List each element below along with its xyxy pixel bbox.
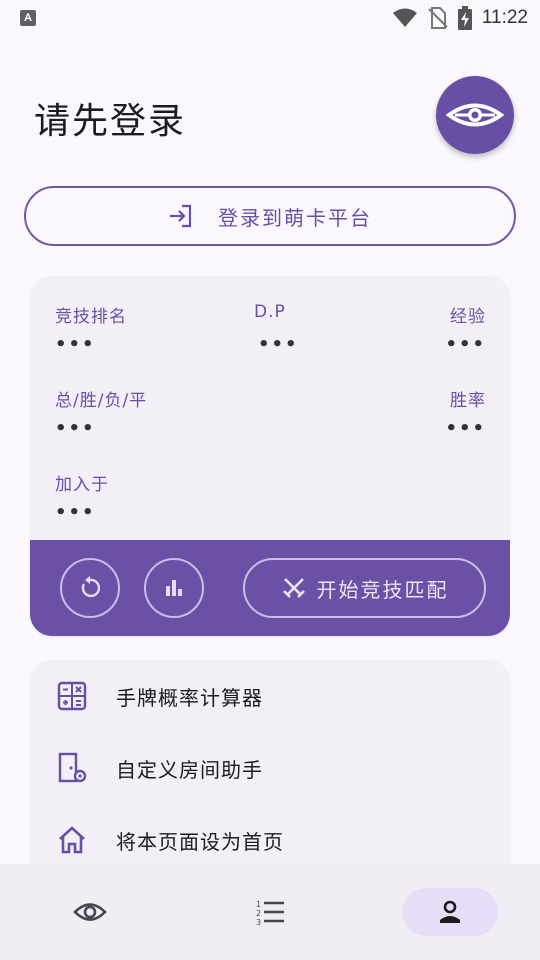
rank-label: 竞技排名 — [55, 307, 127, 327]
tool-item-set-homepage[interactable]: 将本页面设为首页 — [30, 810, 510, 870]
login-button[interactable]: 登录到萌卡平台 — [24, 186, 516, 246]
tool-item-hand-probability[interactable]: 手牌概率计算器 — [30, 666, 510, 726]
bar-chart-icon — [166, 580, 182, 596]
dp-label: D.P — [254, 302, 286, 322]
joined-label: 加入于 — [55, 475, 109, 495]
login-button-label: 登录到萌卡平台 — [218, 205, 372, 230]
app-notification-icon: A — [20, 10, 36, 26]
tool-item-custom-room[interactable]: 自定义房间助手 — [30, 738, 510, 798]
door-settings-icon — [56, 752, 88, 784]
eye-icon — [73, 903, 107, 921]
rank-value: ••• — [55, 334, 96, 355]
page-title: 请先登录 — [34, 101, 187, 142]
nav-item-profile[interactable] — [402, 888, 498, 936]
app-logo[interactable] — [436, 76, 514, 154]
home-icon — [56, 824, 88, 856]
action-bar: 开始竞技匹配 — [30, 540, 510, 636]
eye-logo-icon — [446, 103, 504, 127]
wifi-icon — [392, 8, 417, 27]
login-icon — [170, 204, 192, 228]
dp-value: ••• — [258, 334, 299, 355]
nav-item-list[interactable]: 1 2 3 — [222, 888, 318, 936]
svg-text:3: 3 — [256, 918, 261, 926]
nav-item-watch[interactable] — [42, 888, 138, 936]
status-indicators: 11:22 — [392, 6, 528, 30]
person-icon — [440, 900, 460, 923]
exp-label: 经验 — [450, 307, 486, 327]
start-match-button[interactable]: 开始竞技匹配 — [243, 558, 486, 618]
status-time: 11:22 — [481, 7, 528, 28]
tool-label: 手牌概率计算器 — [116, 685, 263, 710]
crossed-swords-icon — [282, 578, 305, 598]
record-label: 总/胜/负/平 — [55, 391, 148, 411]
refresh-button[interactable] — [60, 558, 120, 618]
bottom-nav: 1 2 3 — [0, 864, 540, 960]
record-value: ••• — [55, 418, 96, 439]
start-match-label: 开始竞技匹配 — [316, 577, 449, 602]
status-bar: A 11:22 — [0, 0, 540, 36]
tool-label: 将本页面设为首页 — [116, 829, 284, 854]
tool-label: 自定义房间助手 — [116, 757, 263, 782]
svg-text:1: 1 — [256, 900, 261, 909]
joined-value: ••• — [55, 502, 96, 523]
calculator-icon — [56, 680, 88, 712]
numbered-list-icon: 1 2 3 — [256, 900, 284, 926]
winrate-value: ••• — [445, 418, 486, 439]
winrate-label: 胜率 — [450, 391, 486, 411]
exp-value: ••• — [445, 334, 486, 355]
stats-chart-button[interactable] — [144, 558, 204, 618]
svg-text:2: 2 — [256, 909, 261, 918]
refresh-icon — [81, 576, 101, 598]
stats-card: 竞技排名 ••• D.P ••• 经验 ••• 总/胜/负/平 ••• 胜率 •… — [30, 276, 510, 636]
battery-charging-icon — [457, 6, 472, 30]
no-sim-icon — [428, 7, 448, 29]
